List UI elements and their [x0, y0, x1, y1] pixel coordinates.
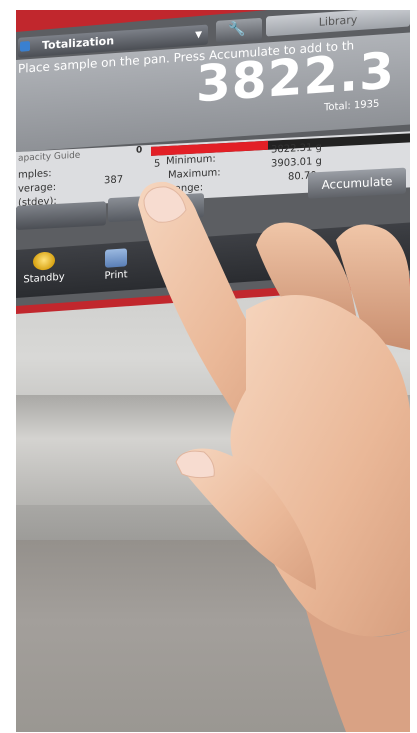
hand-illustration: [138, 181, 410, 732]
palm: [230, 295, 410, 637]
photo-frame: Totalization ▼ 🔧 Library Place sample on…: [16, 10, 410, 732]
